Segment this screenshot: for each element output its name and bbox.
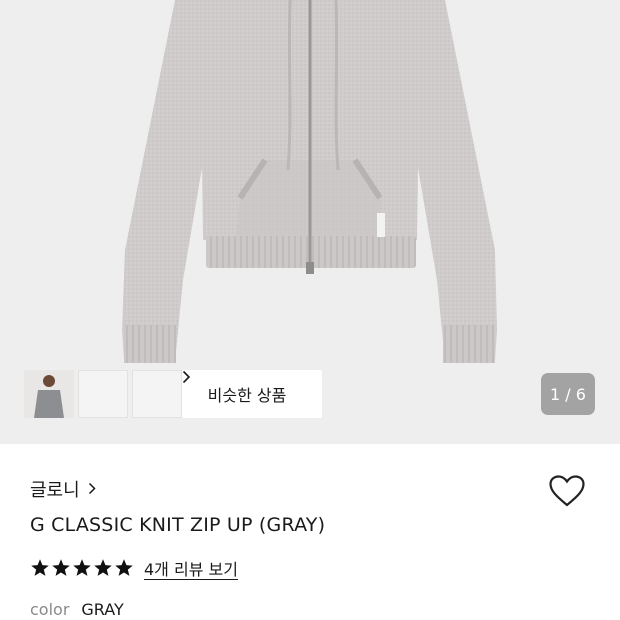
star-rating	[30, 558, 134, 578]
brand-link[interactable]: 글로니	[30, 476, 96, 502]
thumbnail-strip	[24, 370, 182, 418]
color-value: GRAY	[81, 600, 124, 619]
rating-row: 4개 리뷰 보기	[30, 556, 238, 580]
star-icon	[115, 559, 133, 576]
star-icon	[73, 559, 91, 576]
star-icon	[31, 559, 49, 576]
star-icon	[52, 559, 70, 576]
chevron-right-icon	[88, 479, 96, 500]
color-row: color GRAY	[30, 600, 124, 619]
star-icon	[94, 559, 112, 576]
page-counter-text: 1 / 6	[550, 384, 586, 404]
thumbnail-cream-jacket[interactable]	[24, 370, 128, 418]
wishlist-heart-icon[interactable]	[548, 474, 586, 512]
thumbnail-model[interactable]	[24, 370, 182, 418]
product-title: G CLASSIC KNIT ZIP UP (GRAY)	[30, 514, 326, 536]
product-image-gallery[interactable]: 비슷한 상품 1 / 6	[0, 0, 620, 444]
review-link[interactable]: 4개 리뷰 보기	[144, 556, 238, 580]
similar-products-button[interactable]: 비슷한 상품	[182, 370, 322, 418]
color-label: color	[30, 600, 70, 619]
brand-name: 글로니	[30, 480, 80, 501]
image-page-counter: 1 / 6	[541, 373, 595, 415]
similar-products-label: 비슷한 상품	[207, 386, 287, 405]
